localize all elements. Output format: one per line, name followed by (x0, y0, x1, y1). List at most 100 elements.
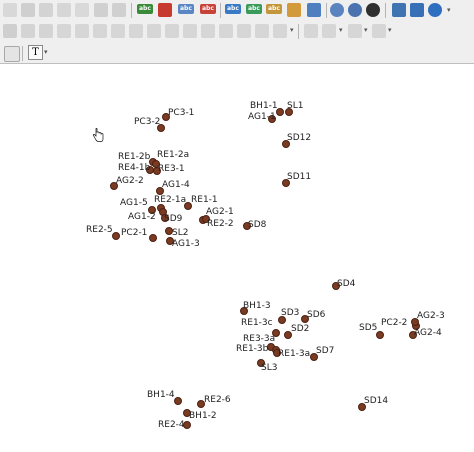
merge-icon[interactable] (201, 24, 215, 38)
point-label: RE1-3b (236, 344, 269, 354)
zoom-icon[interactable] (330, 3, 344, 17)
sample-point[interactable] (174, 397, 182, 405)
point-label: SL2 (172, 228, 189, 238)
chevron-down-icon[interactable]: ▾ (290, 26, 294, 34)
point-label: RE2-1a (154, 195, 187, 205)
point-label: RE2-6 (204, 395, 231, 405)
point-label: RE2-4 (158, 420, 185, 430)
point-label: SD3 (281, 308, 300, 318)
point-label: RE4-1b (118, 163, 151, 173)
sample-point[interactable] (149, 234, 157, 242)
digitizing-toolbar: ▾ ▾ ▾ ▾ (0, 21, 474, 42)
chevron-down-icon[interactable]: ▾ (447, 6, 451, 14)
point-label: SD12 (287, 133, 312, 143)
delete-icon[interactable] (129, 24, 143, 38)
undo-icon[interactable] (94, 3, 108, 17)
feature-icon[interactable] (57, 24, 71, 38)
pin-icon[interactable] (287, 3, 301, 17)
map-canvas[interactable]: BH1-1 SL1 AG1-1 PC3-1 PC3-2 SD12 RE1-2b RE1-2a R… (0, 64, 474, 452)
label-badge[interactable]: abc (200, 4, 216, 14)
point-label: BH1-3 (243, 301, 271, 311)
point-label: SD2 (291, 324, 310, 334)
label-badge[interactable]: abc (246, 4, 262, 14)
hand-cursor-icon (92, 128, 104, 142)
chevron-down-icon[interactable]: ▾ (339, 26, 343, 34)
label-badge[interactable]: abc (178, 4, 194, 14)
edit-icon[interactable] (21, 24, 35, 38)
toolbar-separator (326, 3, 327, 18)
point-label: PC3-2 (134, 117, 161, 127)
chevron-down-icon[interactable]: ▾ (364, 26, 368, 34)
chevron-down-icon[interactable]: ▾ (388, 26, 392, 34)
layout-icon[interactable] (372, 24, 386, 38)
table-icon[interactable] (348, 24, 362, 38)
node-icon[interactable] (39, 24, 53, 38)
point-label: RE1-3a (278, 349, 311, 359)
save-icon[interactable] (21, 3, 35, 17)
point-label: SL3 (261, 363, 278, 373)
rotate-icon[interactable] (237, 24, 251, 38)
point-label: SD9 (164, 214, 183, 224)
point-label: RE1-3c (241, 318, 273, 328)
point-label: PC3-1 (168, 108, 195, 118)
point-label: SD11 (287, 172, 312, 182)
move-label-icon[interactable] (307, 3, 321, 17)
measure-icon[interactable] (366, 3, 380, 17)
point-label: SD14 (364, 396, 389, 406)
toolbar-separator (22, 46, 23, 61)
point-label: RE1-2b (118, 152, 151, 162)
point-label: AG2-4 (414, 328, 442, 338)
reshape-icon[interactable] (147, 24, 161, 38)
point-label: AG1-2 (128, 212, 156, 222)
refresh-icon[interactable] (428, 3, 442, 17)
point-label: AG1-3 (172, 239, 200, 249)
copy-icon[interactable] (57, 3, 71, 17)
offset-icon[interactable] (165, 24, 179, 38)
label-badge[interactable]: abc (225, 4, 241, 14)
point-label: RE2-2 (207, 219, 234, 229)
toolbar-separator (298, 24, 299, 39)
label-badge[interactable]: abc (137, 4, 153, 14)
paste-icon[interactable] (75, 3, 89, 17)
point-label: SD5 (359, 323, 378, 333)
annotation-toolbar: T ▾ (0, 41, 474, 64)
properties-icon[interactable] (410, 3, 424, 17)
ring-icon[interactable] (75, 24, 89, 38)
text-tool-button[interactable]: T (28, 45, 43, 60)
align-icon[interactable] (304, 24, 318, 38)
point-label: AG1-4 (162, 180, 190, 190)
toolbar-separator (385, 3, 386, 18)
text-annotation-icon[interactable] (4, 46, 20, 62)
redo-icon[interactable] (112, 3, 126, 17)
point-label: RE1-2a (157, 150, 190, 160)
point-label: RE3-1 (158, 164, 185, 174)
point-label: AG2-3 (417, 311, 445, 321)
point-label: SL1 (287, 101, 304, 111)
move-icon[interactable] (255, 24, 269, 38)
fill-icon[interactable] (111, 24, 125, 38)
part-icon[interactable] (93, 24, 107, 38)
python-icon[interactable] (392, 3, 406, 17)
point-label: AG1-5 (120, 198, 148, 208)
cut-icon[interactable] (39, 3, 53, 17)
label-badge[interactable]: abc (266, 4, 282, 14)
pan-icon[interactable] (273, 24, 287, 38)
point-label: RE3-3a (243, 334, 276, 344)
point-label: RE2-5 (86, 225, 113, 235)
point-label: BH1-1 (250, 101, 278, 111)
grid-icon[interactable] (322, 24, 336, 38)
simplify-icon[interactable] (219, 24, 233, 38)
point-label: AG2-2 (116, 176, 144, 186)
zoom-out-icon[interactable] (348, 3, 362, 17)
point-label: SD8 (248, 220, 267, 230)
new-icon[interactable] (3, 3, 17, 17)
point-label: AG1-1 (248, 112, 276, 122)
main-toolbar: abc abc abc abc abc abc ▾ (0, 0, 474, 22)
split-icon[interactable] (183, 24, 197, 38)
point-label: SD7 (316, 346, 335, 356)
sample-point[interactable] (112, 232, 120, 240)
point-label: BH1-2 (189, 411, 217, 421)
identify-icon[interactable] (158, 3, 172, 17)
chevron-down-icon[interactable]: ▾ (44, 48, 48, 56)
rotate-label-icon[interactable] (3, 24, 17, 38)
